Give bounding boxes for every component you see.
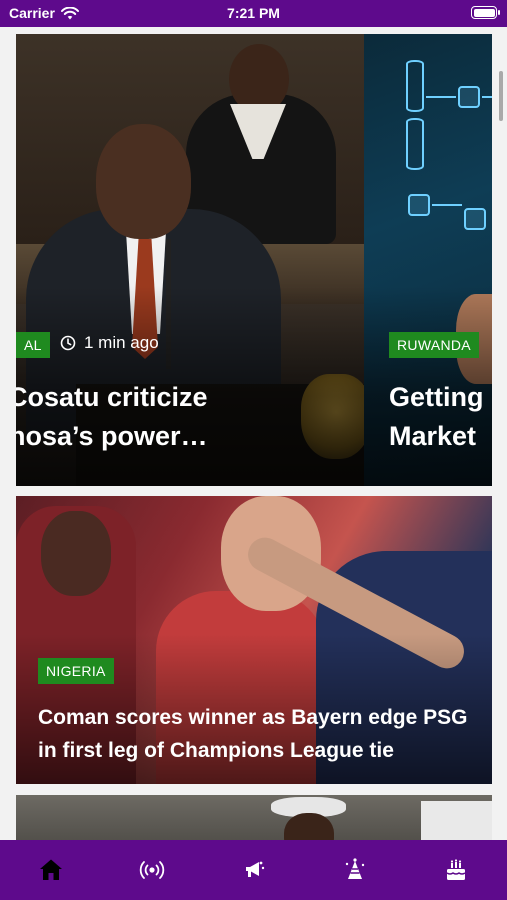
tab-announcements[interactable] <box>203 840 304 900</box>
tab-events[interactable] <box>304 840 405 900</box>
tab-bar <box>0 840 507 900</box>
cake-icon <box>446 859 466 880</box>
headline-line: Market <box>389 421 477 451</box>
time-ago: 1 min ago <box>84 333 159 352</box>
status-time: 7:21 PM <box>227 5 280 21</box>
image-detail <box>421 801 492 840</box>
headline-carousel[interactable]: AL 1 min ago Cosatu criticize hosa’s pow… <box>16 34 492 486</box>
news-feed[interactable]: AL 1 min ago Cosatu criticize hosa’s pow… <box>0 27 507 840</box>
headline-title[interactable]: Cosatu criticize hosa’s power… <box>16 378 208 456</box>
image-detail <box>229 44 289 114</box>
image-detail <box>406 118 424 170</box>
home-icon <box>39 859 62 880</box>
headline-line: Cosatu criticize <box>16 382 208 412</box>
image-detail <box>458 86 480 108</box>
tab-home[interactable] <box>0 840 101 900</box>
carousel-slide[interactable]: AL 1 min ago Cosatu criticize hosa’s pow… <box>16 34 364 486</box>
image-detail <box>464 208 486 230</box>
scrollbar[interactable] <box>499 71 503 121</box>
image-detail <box>96 124 191 239</box>
status-bar: Carrier 7:21 PM <box>0 0 507 27</box>
headline-line: hosa’s power… <box>16 421 208 451</box>
image-detail <box>482 96 492 98</box>
time-meta: 1 min ago <box>60 333 159 353</box>
image-detail <box>284 813 334 840</box>
image-detail <box>41 511 111 596</box>
image-detail <box>426 96 456 98</box>
category-badge[interactable]: RUWANDA <box>389 332 479 358</box>
battery-icon <box>471 6 500 19</box>
tab-live[interactable] <box>101 840 202 900</box>
clock-icon <box>60 335 76 351</box>
category-badge[interactable]: NIGERIA <box>38 658 114 684</box>
news-card[interactable] <box>16 795 492 840</box>
news-card[interactable]: NIGERIA Coman scores winner as Bayern ed… <box>16 496 492 784</box>
tab-celebrations[interactable] <box>406 840 507 900</box>
card-title[interactable]: Coman scores winner as Bayern edge PSG i… <box>38 701 478 767</box>
image-detail <box>406 60 424 112</box>
headline-line: Getting <box>389 382 484 412</box>
carousel-slide[interactable]: RUWANDA Getting Market <box>364 34 492 486</box>
image-detail <box>408 194 430 216</box>
headline-title[interactable]: Getting Market <box>389 378 484 456</box>
broadcast-icon <box>139 861 165 879</box>
image-detail <box>432 204 462 206</box>
category-badge[interactable]: AL <box>16 332 50 358</box>
megaphone-icon <box>245 861 264 877</box>
party-icon <box>345 858 365 879</box>
